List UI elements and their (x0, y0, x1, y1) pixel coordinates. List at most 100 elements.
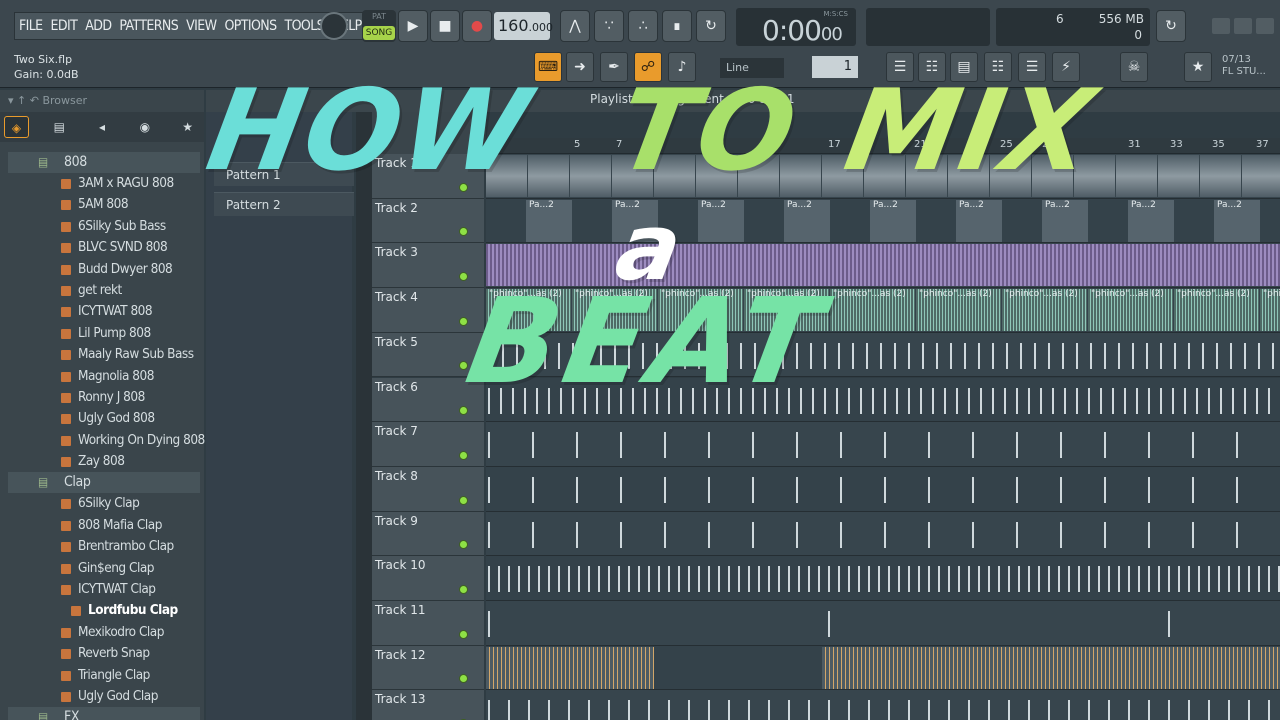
play-button[interactable]: ▶ (398, 10, 428, 42)
track-lane[interactable]: Pa...2 Pa...2 Pa...2 Pa...2 Pa...2 Pa...2 Pa..… (486, 198, 1280, 244)
playlist-clip[interactable]: Pa...2 (698, 199, 744, 242)
arrow-tool-button[interactable]: ➜ (566, 52, 594, 82)
countdown-button[interactable]: ∴ (628, 10, 658, 42)
track-mute-led[interactable] (459, 629, 468, 639)
track-mute-led[interactable] (459, 272, 468, 282)
loop-record-button[interactable]: ↻ (696, 10, 726, 42)
browser-file[interactable]: Lordfubu Clap (8, 600, 200, 621)
browser-file[interactable]: Zay 808 (8, 451, 200, 472)
folder-icon[interactable]: ▤ (47, 116, 72, 138)
browser-file[interactable]: Budd Dwyer 808 (8, 259, 200, 280)
track-header[interactable]: Track 3 (372, 243, 484, 289)
track-mute-led[interactable] (459, 584, 468, 594)
tempo-tap-button[interactable]: ☠ (1120, 52, 1148, 82)
playlist-clip[interactable]: Pa...2 (1214, 199, 1260, 242)
playlist-clip[interactable] (1158, 155, 1199, 197)
record-button[interactable]: ● (462, 10, 492, 42)
pattern-selector[interactable]: 1 (812, 56, 858, 78)
track-mute-led[interactable] (459, 674, 468, 684)
browser-file[interactable]: Gin$eng Clap (8, 558, 200, 579)
master-volume-knob[interactable] (320, 12, 348, 40)
browser-nav-icon[interactable]: ▾ ↑ ↶ (8, 94, 39, 107)
browser-file[interactable]: Maaly Raw Sub Bass (8, 344, 200, 365)
playlist-clip[interactable]: "phinco"...as (2) (1174, 289, 1259, 332)
track-header[interactable]: Track 8 (372, 466, 484, 512)
step-edit-button[interactable]: ∎ (662, 10, 692, 42)
browser-file[interactable]: Triangle Clap (8, 665, 200, 686)
track-lane[interactable] (486, 556, 1280, 601)
track-mute-led[interactable] (459, 227, 468, 237)
browser-file[interactable]: 808 Mafia Clap (8, 515, 200, 536)
playlist-clip[interactable] (528, 155, 569, 197)
playlist-clip[interactable]: "phinco"...as (2) (916, 289, 1001, 332)
browser-file[interactable]: Working On Dying 808 (8, 430, 205, 451)
browser-file[interactable]: Ronny J 808 (8, 387, 200, 408)
track-header[interactable]: Track 2 (372, 198, 484, 244)
playlist-clip[interactable]: Pa...2 (870, 199, 916, 242)
folder-808[interactable]: ▤ 808 (8, 152, 200, 173)
track-mute-led[interactable] (459, 450, 468, 460)
menu-edit[interactable]: EDIT (47, 13, 82, 39)
stop-button[interactable]: ■ (430, 10, 460, 42)
news-panel[interactable]: 07/13 FL STU... (1222, 54, 1266, 78)
shop-button[interactable]: ★ (1184, 52, 1212, 82)
playlist-clip[interactable]: Pa...2 (1042, 199, 1088, 242)
browser-file[interactable]: 5AM 808 (8, 194, 200, 215)
browser-file[interactable]: Ugly God 808 (8, 408, 200, 429)
track-header[interactable]: Track 12 (372, 645, 484, 691)
playlist-clip[interactable]: Pa...2 (956, 199, 1002, 242)
folder-fx[interactable]: ▤ FX (8, 707, 200, 720)
menu-options[interactable]: OPTIONS (220, 13, 280, 39)
song-position-display[interactable]: 0:0000 M:S:CS (736, 8, 856, 47)
close-button[interactable] (1256, 18, 1274, 34)
maximize-button[interactable] (1234, 18, 1252, 34)
playlist-clip[interactable]: Pa...2 (526, 199, 572, 242)
track-header[interactable]: Track 7 (372, 422, 484, 467)
menu-add[interactable]: ADD (81, 13, 115, 39)
playlist-clip[interactable]: Pa...2 (784, 199, 830, 242)
track-lane[interactable] (486, 422, 1280, 467)
tempo-display[interactable]: 160.000 (494, 12, 553, 40)
playlist-clip[interactable]: Pa...2 (1128, 199, 1174, 242)
draw-tool-button[interactable]: ✒ (600, 52, 628, 82)
folder-clap[interactable]: ▤ Clap (8, 472, 200, 494)
menu-view[interactable]: VIEW (182, 13, 220, 39)
browser-file[interactable]: Reverb Snap (8, 643, 200, 664)
playlist-clip[interactable] (570, 155, 611, 197)
menu-patterns[interactable]: PATTERNS (115, 13, 182, 39)
playlist-clip[interactable]: "phinco"...as (2) (1260, 289, 1280, 332)
playlist-clip[interactable] (1116, 155, 1157, 197)
track-header[interactable]: Track 9 (372, 511, 484, 557)
browser-file[interactable]: Mexikodro Clap (8, 622, 200, 643)
wait-input-button[interactable]: ∵ (594, 10, 624, 42)
track-lane[interactable] (486, 645, 1280, 691)
browser-file[interactable]: 3AM x RAGU 808 (8, 173, 200, 194)
globe-icon[interactable]: ◉ (132, 116, 157, 138)
pattern-song-toggle[interactable]: PAT SONG (362, 10, 396, 42)
browser-file[interactable]: get rekt (8, 280, 200, 301)
browser-file[interactable]: 6Silky Clap (8, 493, 200, 514)
browser-file[interactable]: 6Silky Sub Bass (8, 216, 200, 237)
browser-file[interactable]: Magnolia 808 (8, 366, 200, 387)
track-header[interactable]: Track 10 (372, 556, 484, 601)
refresh-button[interactable]: ↻ (1156, 10, 1186, 42)
metronome-button[interactable]: ⋀ (560, 10, 590, 42)
track-header[interactable]: Track 11 (372, 601, 484, 646)
playlist-clip[interactable] (822, 646, 1280, 689)
speaker-icon[interactable]: ◂ (90, 116, 115, 138)
playlist-clip[interactable] (486, 646, 654, 689)
playlist-lanes[interactable]: Pa...2 Pa...2 Pa...2 Pa...2 Pa...2 Pa...2 Pa..… (486, 154, 1280, 720)
menu-file[interactable]: FILE (15, 13, 47, 39)
track-mute-led[interactable] (459, 316, 468, 326)
playlist-clip[interactable] (1200, 155, 1241, 197)
track-mute-led[interactable] (459, 540, 468, 550)
track-lane[interactable] (486, 511, 1280, 557)
track-header[interactable]: Track 13 (372, 690, 484, 720)
browser-file[interactable]: BLVC SVND 808 (8, 237, 200, 258)
star-icon[interactable]: ★ (175, 116, 200, 138)
browser-file[interactable]: Lil Pump 808 (8, 323, 200, 344)
track-lane[interactable] (486, 601, 1280, 646)
browser-file[interactable]: Ugly God Clap (8, 686, 200, 707)
minimize-button[interactable] (1212, 18, 1230, 34)
playlist-clip[interactable]: "phinco"...as (2) (1088, 289, 1173, 332)
